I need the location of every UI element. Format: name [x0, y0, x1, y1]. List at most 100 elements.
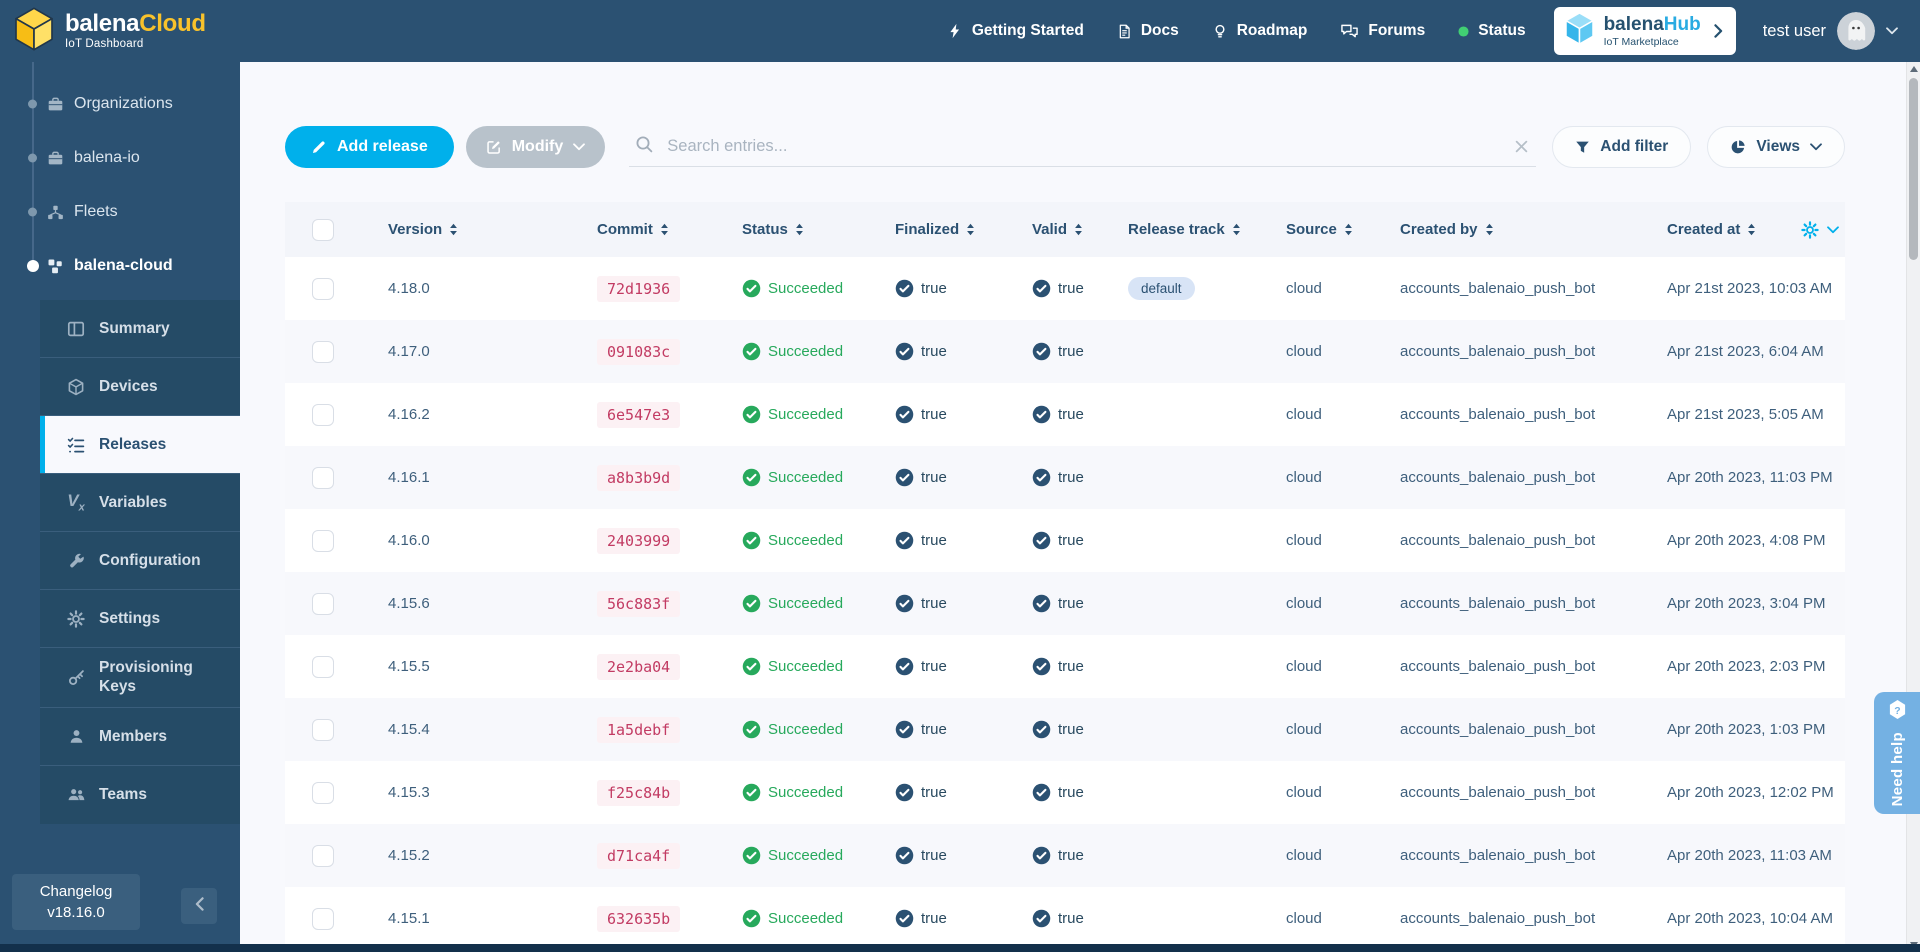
table-row[interactable]: 4.17.0 091083c Succeeded true true cloud… [285, 320, 1845, 383]
sidebar-item-teams[interactable]: Teams [40, 766, 240, 824]
nav-link-roadmap[interactable]: Roadmap [1212, 22, 1308, 40]
column-header-valid[interactable]: Valid [1010, 221, 1110, 238]
row-checkbox[interactable] [312, 467, 334, 489]
views-button[interactable]: Views [1707, 126, 1845, 168]
row-checkbox[interactable] [312, 404, 334, 426]
finalized-value: true [921, 406, 947, 423]
release-version[interactable]: 4.15.4 [360, 721, 560, 738]
sidebar-item-provisioning-keys[interactable]: Provisioning Keys [40, 648, 240, 708]
table-row[interactable]: 4.15.3 f25c84b Succeeded true true cloud… [285, 761, 1845, 824]
row-checkbox[interactable] [312, 719, 334, 741]
column-header-release-track[interactable]: Release track [1110, 221, 1265, 238]
release-version[interactable]: 4.15.5 [360, 658, 560, 675]
commit-hash[interactable]: 56c883f [597, 591, 680, 617]
release-version[interactable]: 4.16.1 [360, 469, 560, 486]
table-row[interactable]: 4.15.5 2e2ba04 Succeeded true true cloud… [285, 635, 1845, 698]
table-row[interactable]: 4.16.2 6e547e3 Succeeded true true cloud… [285, 383, 1845, 446]
nav-link-forums[interactable]: Forums [1340, 22, 1425, 40]
row-checkbox[interactable] [312, 845, 334, 867]
sidebar-item-members[interactable]: Members [40, 708, 240, 766]
sidebar-collapse-button[interactable] [181, 888, 217, 924]
row-checkbox[interactable] [312, 908, 334, 930]
commit-hash[interactable]: 632635b [597, 906, 680, 932]
commit-hash[interactable]: d71ca4f [597, 843, 680, 869]
row-checkbox[interactable] [312, 530, 334, 552]
finalized-check-icon [895, 279, 914, 298]
wrench-icon [66, 552, 86, 569]
scrollbar-thumb[interactable] [1909, 78, 1918, 260]
sidebar-item-organizations[interactable]: Organizations [0, 77, 240, 131]
brand-logo[interactable]: balenaCloud IoT Dashboard [14, 7, 206, 56]
sidebar-item-balena-io[interactable]: balena-io [0, 131, 240, 185]
row-checkbox[interactable] [312, 341, 334, 363]
add-release-button[interactable]: Add release [285, 126, 454, 168]
table-row[interactable]: 4.16.0 2403999 Succeeded true true cloud… [285, 509, 1845, 572]
column-header-finalized[interactable]: Finalized [870, 221, 1010, 238]
modify-button[interactable]: Modify [466, 126, 606, 168]
commit-hash[interactable]: a8b3b9d [597, 465, 680, 491]
release-version[interactable]: 4.17.0 [360, 343, 560, 360]
release-version[interactable]: 4.15.1 [360, 910, 560, 927]
sidebar-item-releases[interactable]: Releases [40, 416, 240, 474]
scroll-up-arrow[interactable] [1910, 66, 1918, 72]
release-version[interactable]: 4.15.3 [360, 784, 560, 801]
row-checkbox[interactable] [312, 656, 334, 678]
table-row[interactable]: 4.18.0 72d1936 Succeeded true true defau… [285, 257, 1845, 320]
release-version[interactable]: 4.15.6 [360, 595, 560, 612]
table-row[interactable]: 4.15.2 d71ca4f Succeeded true true cloud… [285, 824, 1845, 887]
sidebar-item-devices[interactable]: Devices [40, 358, 240, 416]
sidebar-item-variables[interactable]: Vx Variables [40, 474, 240, 532]
table-row[interactable]: 4.15.4 1a5debf Succeeded true true cloud… [285, 698, 1845, 761]
created-by-value: accounts_balenaio_push_bot [1365, 721, 1650, 738]
release-version[interactable]: 4.15.2 [360, 847, 560, 864]
finalized-check-icon [895, 594, 914, 613]
row-checkbox[interactable] [312, 278, 334, 300]
column-header-commit[interactable]: Commit [560, 221, 715, 238]
row-checkbox[interactable] [312, 593, 334, 615]
column-header-version[interactable]: Version [360, 221, 560, 238]
commit-hash[interactable]: f25c84b [597, 780, 680, 806]
nav-link-status[interactable]: Status [1458, 22, 1525, 40]
add-filter-label: Add filter [1600, 138, 1668, 156]
table-row[interactable]: 4.15.6 56c883f Succeeded true true cloud… [285, 572, 1845, 635]
add-filter-button[interactable]: Add filter [1552, 126, 1691, 168]
commit-hash[interactable]: 2403999 [597, 528, 680, 554]
commit-hash[interactable]: 1a5debf [597, 717, 680, 743]
balena-hub-banner[interactable]: balenaHub IoT Marketplace [1554, 7, 1736, 55]
table-settings-gear-icon[interactable] [1801, 221, 1819, 239]
need-help-tab[interactable]: ? Need help [1874, 692, 1920, 814]
table-row[interactable]: 4.15.1 632635b Succeeded true true cloud… [285, 887, 1845, 950]
changelog-button[interactable]: Changelog v18.16.0 [12, 874, 140, 930]
vertical-scrollbar[interactable] [1906, 62, 1920, 952]
column-header-source[interactable]: Source [1265, 221, 1365, 238]
row-checkbox[interactable] [312, 782, 334, 804]
clear-search-icon[interactable] [1513, 138, 1530, 155]
column-header-created-at[interactable]: Created at [1650, 221, 1845, 239]
commit-hash[interactable]: 2e2ba04 [597, 654, 680, 680]
created-at-value: Apr 20th 2023, 2:03 PM [1650, 658, 1845, 675]
sidebar-item-summary[interactable]: Summary [40, 300, 240, 358]
release-version[interactable]: 4.18.0 [360, 280, 560, 297]
sidebar-item-fleets[interactable]: Fleets [0, 185, 240, 239]
table-row[interactable]: 4.16.1 a8b3b9d Succeeded true true cloud… [285, 446, 1845, 509]
nav-link-getting-started[interactable]: Getting Started [947, 22, 1084, 40]
sidebar-item-settings[interactable]: Settings [40, 590, 240, 648]
commit-hash[interactable]: 72d1936 [597, 276, 680, 302]
status-dot-icon [1458, 26, 1469, 37]
nav-link-docs[interactable]: Docs [1117, 22, 1179, 40]
valid-value: true [1058, 784, 1084, 801]
commit-hash[interactable]: 091083c [597, 339, 680, 365]
status-text: Succeeded [768, 847, 843, 864]
select-all-checkbox[interactable] [312, 219, 334, 241]
sidebar-item-balena-cloud[interactable]: balena-cloud [0, 239, 240, 293]
commit-hash[interactable]: 6e547e3 [597, 402, 680, 428]
sidebar-item-configuration[interactable]: Configuration [40, 532, 240, 590]
user-menu[interactable]: test user [1763, 12, 1898, 50]
search-input[interactable] [665, 136, 1501, 157]
release-version[interactable]: 4.16.0 [360, 532, 560, 549]
valid-check-icon [1032, 405, 1051, 424]
column-header-created-by[interactable]: Created by [1365, 221, 1650, 238]
release-version[interactable]: 4.16.2 [360, 406, 560, 423]
column-header-status[interactable]: Status [715, 221, 870, 238]
table-options-chevron-icon[interactable] [1827, 226, 1839, 234]
